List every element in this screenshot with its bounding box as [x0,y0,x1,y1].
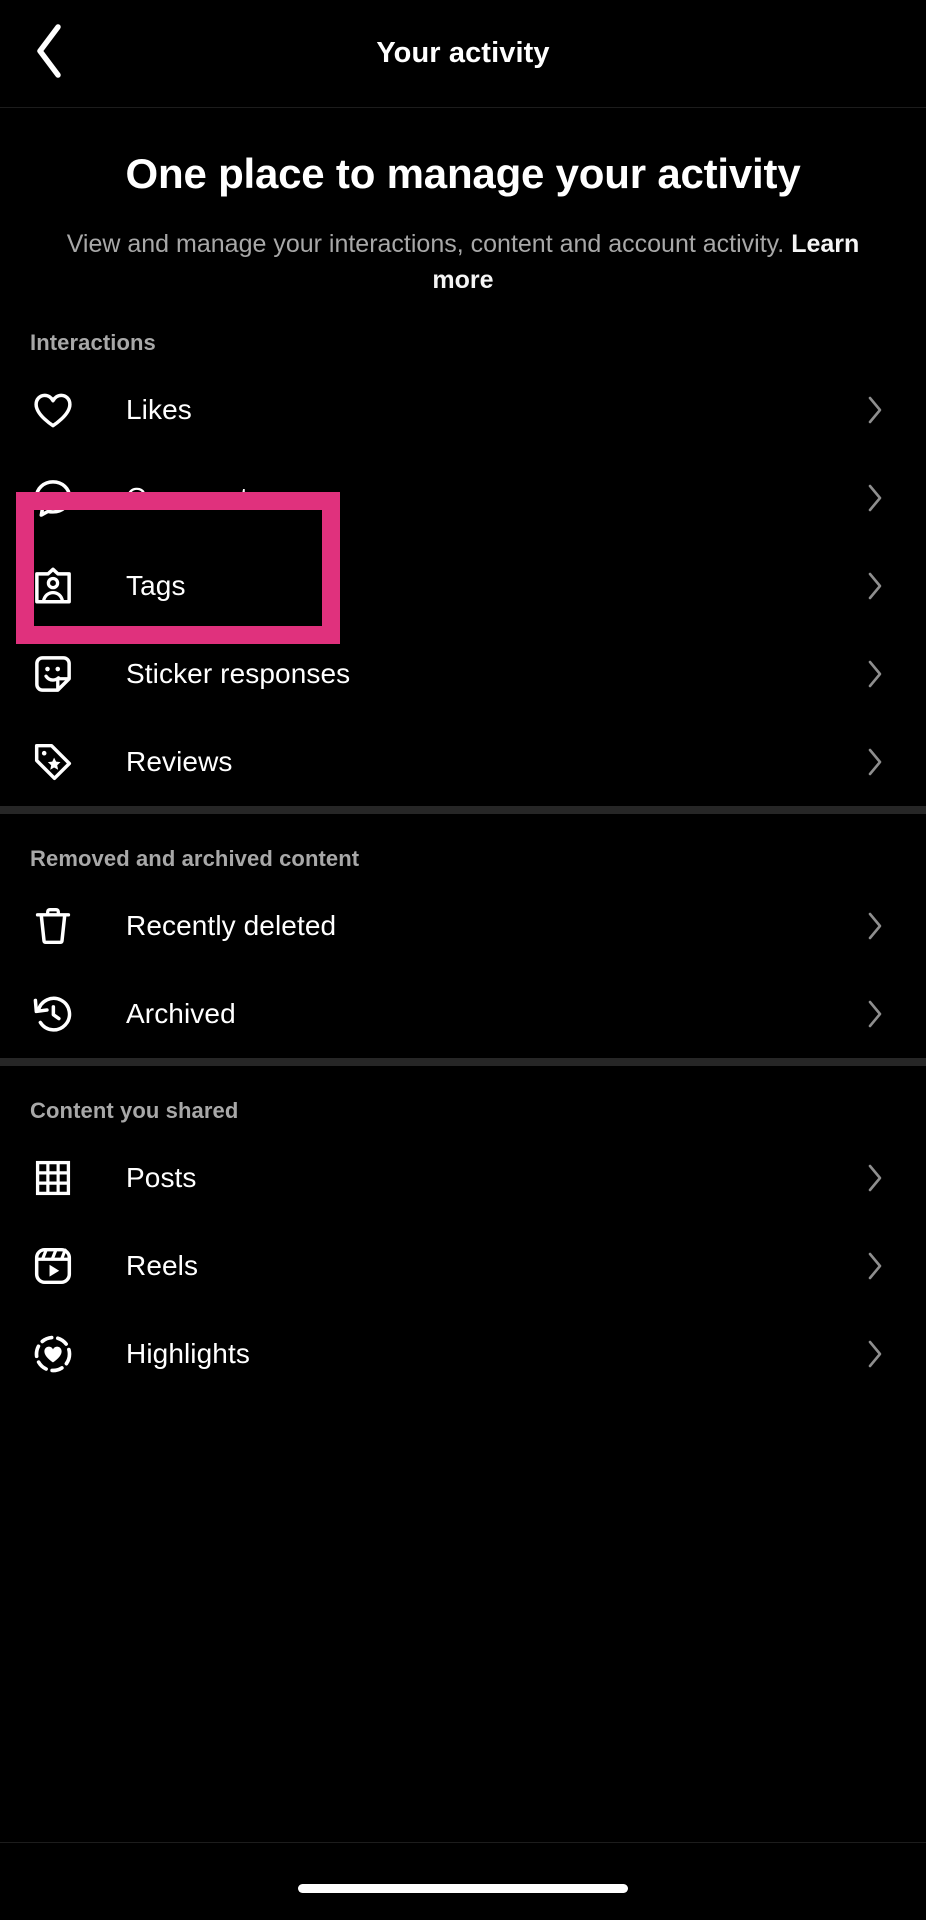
list-item-likes[interactable]: Likes [0,366,926,454]
chevron-right-icon [862,1253,888,1279]
section-header-interactions: Interactions [0,308,926,366]
price-tag-star-icon [30,739,76,785]
tag-person-card-icon [30,563,76,609]
section-header-content-you-shared: Content you shared [0,1076,926,1134]
list-item-highlights[interactable]: Highlights [0,1310,926,1398]
list-item-label: Comments [126,482,262,514]
heart-icon [30,387,76,433]
list-item-label: Likes [126,394,192,426]
list-item-sticker-responses[interactable]: Sticker responses [0,630,926,718]
chevron-right-icon [862,913,888,939]
navigation-bar: Your activity [0,0,926,108]
hero-title: One place to manage your activity [62,146,864,201]
chevron-right-icon [862,573,888,599]
story-ring-heart-icon [30,1331,76,1377]
list-item-archived[interactable]: Archived [0,970,926,1058]
section-interactions: Interactions Likes Comments [0,298,926,806]
list-item-reels[interactable]: Reels [0,1222,926,1310]
section-divider [0,806,926,814]
back-button[interactable] [18,23,80,85]
reels-clapperboard-icon [30,1243,76,1289]
list-item-label: Reviews [126,746,233,778]
chevron-right-icon [862,1341,888,1367]
comment-bubble-icon [30,475,76,521]
chevron-right-icon [862,397,888,423]
chevron-right-icon [862,661,888,687]
chevron-right-icon [862,1001,888,1027]
section-header-removed-archived: Removed and archived content [0,824,926,882]
page-title: Your activity [376,37,549,70]
section-divider [0,1058,926,1066]
list-item-posts[interactable]: Posts [0,1134,926,1222]
section-removed-archived: Removed and archived content Recently de… [0,814,926,1058]
trash-icon [30,903,76,949]
list-item-comments[interactable]: Comments [0,454,926,542]
list-item-recently-deleted[interactable]: Recently deleted [0,882,926,970]
sticker-smiley-icon [30,651,76,697]
chevron-right-icon [862,1165,888,1191]
grid-icon [30,1155,76,1201]
list-item-label: Archived [126,998,236,1030]
list-item-label: Tags [126,570,186,602]
hero-subtitle-text: View and manage your interactions, conte… [67,230,785,258]
hero-subtitle: View and manage your interactions, conte… [62,227,864,298]
list-item-label: Recently deleted [126,910,336,942]
hero-section: One place to manage your activity View a… [0,108,926,298]
section-content-you-shared: Content you shared Posts [0,1066,926,1398]
app-screen: Your activity One place to manage your a… [0,0,926,1920]
list-item-label: Sticker responses [126,658,350,690]
list-item-reviews[interactable]: Reviews [0,718,926,806]
chevron-right-icon [862,749,888,775]
list-item-label: Posts [126,1162,197,1194]
clock-history-icon [30,991,76,1037]
chevron-right-icon [862,485,888,511]
chevron-left-icon [32,23,66,84]
system-navigation-area [0,1842,926,1920]
list-item-tags[interactable]: Tags [0,542,926,630]
list-item-label: Reels [126,1250,198,1282]
home-indicator[interactable] [298,1884,628,1893]
list-item-label: Highlights [126,1338,250,1370]
